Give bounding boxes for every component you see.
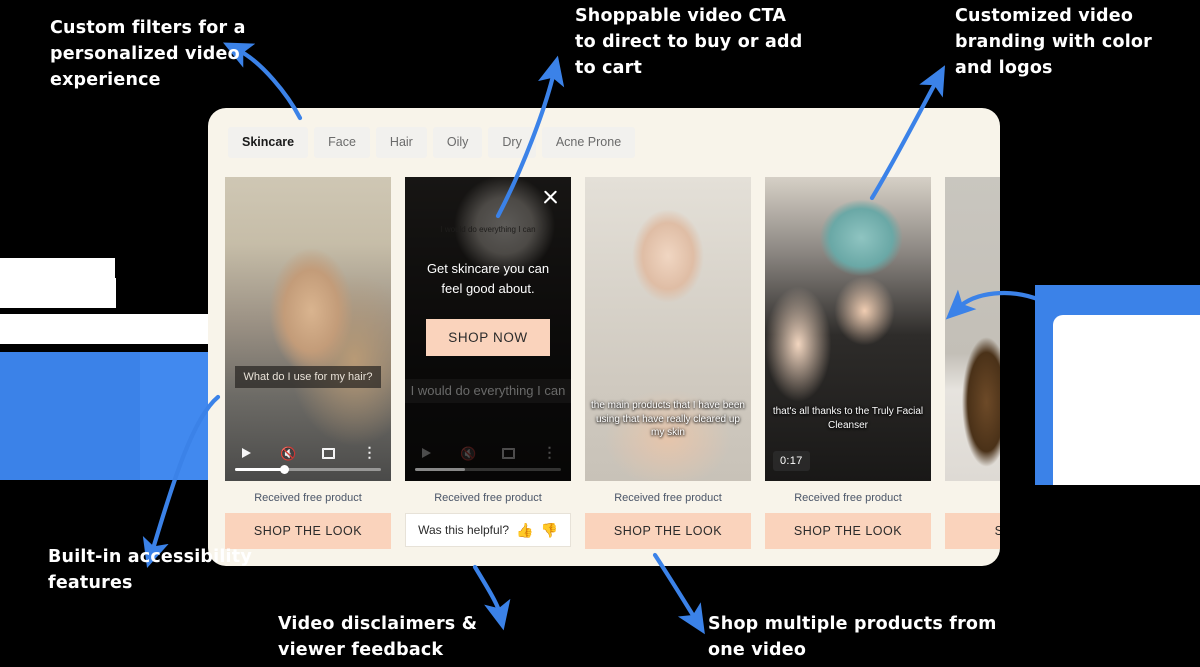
fullscreen-icon[interactable] — [501, 446, 516, 461]
filter-chip-oily[interactable]: Oily — [432, 127, 483, 158]
video-caption: the main products that I have been using… — [591, 400, 745, 438]
filter-chip-hair[interactable]: Hair — [375, 127, 427, 158]
disclaimer-text: Received free product — [614, 492, 722, 504]
callout-custom-branding: Customized video branding with color and… — [955, 6, 1152, 78]
shop-the-look-button[interactable]: SHOP THE LOOK — [225, 513, 391, 549]
shop-the-look-button[interactable]: SHOP THE LOOK — [585, 513, 751, 549]
video-caption: I would do everything I can — [405, 379, 571, 404]
filter-chip-face[interactable]: Face — [314, 127, 370, 158]
feedback-question: Was this helpful? — [418, 523, 510, 537]
disclaimer-text: Received free product — [434, 492, 542, 504]
video-player[interactable]: that's all thanks to the Truly Facial Cl… — [765, 177, 931, 481]
arrow-disclaimers — [472, 564, 511, 631]
player-controls: 🔇 ⋮ — [225, 445, 391, 474]
thumbs-up-icon[interactable]: 👍 — [516, 523, 533, 537]
background-block-white-right — [1053, 315, 1200, 485]
background-block-white-top — [0, 258, 115, 278]
video-card: SH — [945, 177, 1000, 549]
video-player[interactable] — [945, 177, 1000, 481]
video-widget-panel: Skincare Face Hair Oily Dry Acne Prone W… — [208, 108, 1000, 566]
progress-fill — [235, 468, 285, 471]
filter-chip-skincare[interactable]: Skincare — [228, 127, 309, 158]
video-caption: What do I use for my hair? — [235, 366, 381, 388]
filter-chip-dry[interactable]: Dry — [488, 127, 536, 158]
callout-multi-product: Shop multiple products from one video — [708, 614, 997, 660]
video-card: What do I use for my hair? 🔇 ⋮ Received … — [225, 177, 391, 549]
more-options-icon[interactable]: ⋮ — [362, 445, 377, 461]
screenshot-stage: Skincare Face Hair Oily Dry Acne Prone W… — [0, 0, 1200, 667]
more-options-icon[interactable]: ⋮ — [542, 445, 557, 461]
disclaimer-text: Received free product — [794, 492, 902, 504]
background-block-white-third — [0, 314, 216, 344]
mute-icon[interactable]: 🔇 — [280, 446, 296, 461]
callout-accessibility: Built-in accessibility features — [48, 547, 252, 593]
video-carousel: What do I use for my hair? 🔇 ⋮ Received … — [225, 177, 1000, 549]
mute-icon[interactable]: 🔇 — [460, 446, 476, 461]
video-player[interactable]: I would do everything I can Get skincare… — [405, 177, 571, 481]
video-card: I would do everything I can Get skincare… — [405, 177, 571, 549]
filter-chip-row: Skincare Face Hair Oily Dry Acne Prone — [228, 127, 636, 158]
progress-fill — [415, 468, 465, 471]
cta-headline: Get skincare you can feel good about. — [426, 261, 550, 297]
callout-disclaimers: Video disclaimers & viewer feedback — [278, 614, 478, 660]
callout-shoppable-cta: Shoppable video CTA to direct to buy or … — [575, 6, 803, 78]
video-player[interactable]: the main products that I have been using… — [585, 177, 751, 481]
filter-chip-acne-prone[interactable]: Acne Prone — [541, 127, 636, 158]
video-player[interactable]: What do I use for my hair? 🔇 ⋮ — [225, 177, 391, 481]
background-block-blue-left-overlap — [140, 352, 216, 480]
video-duration-badge: 0:17 — [773, 451, 810, 471]
shop-the-look-button[interactable]: SH — [945, 513, 1000, 549]
background-block-white-second — [0, 278, 116, 308]
progress-bar[interactable] — [415, 468, 561, 471]
shop-the-look-button[interactable]: SHOP THE LOOK — [765, 513, 931, 549]
cta-overlay: Get skincare you can feel good about. SH… — [405, 259, 571, 357]
disclaimer-text: Received free product — [254, 492, 362, 504]
play-icon[interactable] — [239, 446, 254, 461]
video-caption: that's all thanks to the Truly Facial Cl… — [772, 406, 924, 431]
shop-now-button[interactable]: SHOP NOW — [426, 319, 550, 357]
video-card: that's all thanks to the Truly Facial Cl… — [765, 177, 931, 549]
feedback-bar: Was this helpful? 👍 👎 — [405, 513, 571, 547]
play-icon[interactable] — [419, 446, 434, 461]
progress-knob[interactable] — [280, 465, 290, 474]
disclaimer-text — [945, 481, 1000, 513]
video-card: the main products that I have been using… — [585, 177, 751, 549]
progress-bar[interactable] — [235, 465, 381, 474]
callout-custom-filters: Custom filters for a personalized video … — [50, 18, 246, 90]
close-icon[interactable] — [540, 187, 560, 207]
player-controls: 🔇 ⋮ — [405, 445, 571, 471]
thumbs-down-icon[interactable]: 👎 — [540, 523, 557, 537]
fullscreen-icon[interactable] — [321, 446, 336, 461]
